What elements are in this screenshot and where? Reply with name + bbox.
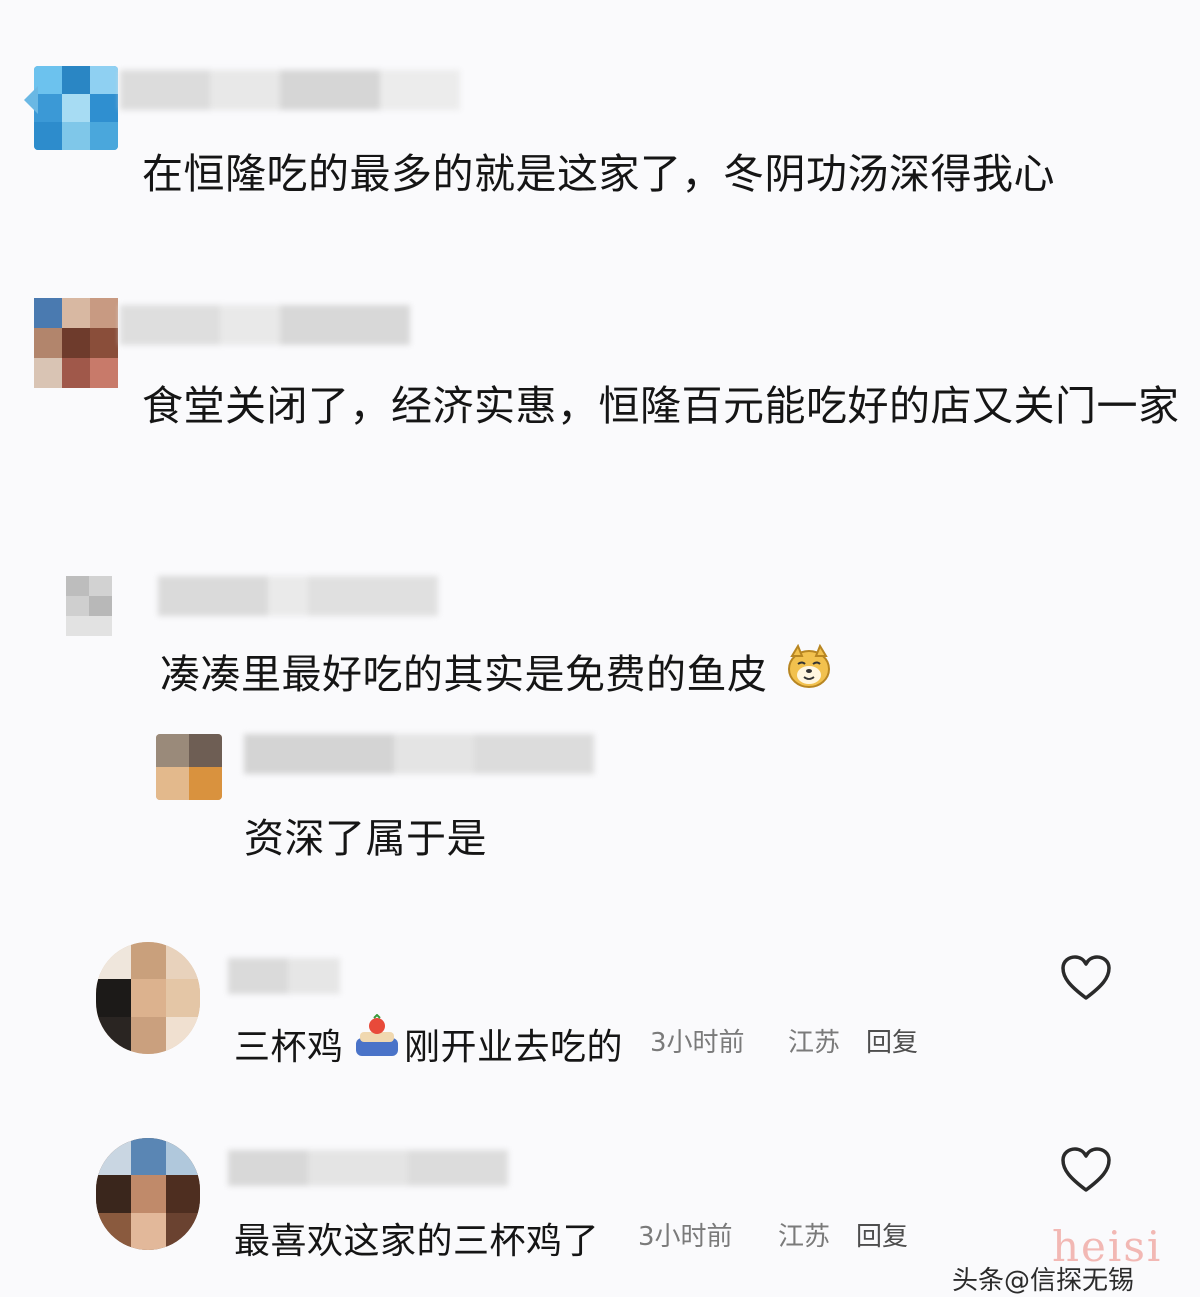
location-label: 江苏 [788, 1028, 841, 1058]
heart-icon[interactable] [1060, 1146, 1112, 1194]
username-blurred[interactable] [120, 70, 460, 110]
username-blurred[interactable] [228, 958, 340, 994]
username-blurred[interactable] [244, 734, 594, 774]
comment-text: 三杯鸡 [234, 1027, 344, 1068]
avatar[interactable] [34, 66, 118, 150]
avatar[interactable] [96, 1138, 200, 1250]
reply-button[interactable]: 回复 [866, 1022, 918, 1059]
username-blurred[interactable] [158, 576, 438, 616]
reply-text: 资深了属于是 [244, 816, 487, 862]
avatar[interactable] [66, 576, 112, 636]
comment-text: 刚开业去吃的 [404, 1027, 624, 1068]
avatar[interactable] [34, 298, 118, 388]
comment-text: 最喜欢这家的三杯鸡了 [234, 1221, 600, 1262]
heart-icon[interactable] [1060, 954, 1112, 1002]
doge-emoji [788, 644, 830, 688]
avatar-arrow-icon [24, 86, 38, 114]
timestamp: 3小时前 [650, 1028, 745, 1058]
username-blurred[interactable] [228, 1150, 508, 1186]
reply-button[interactable]: 回复 [856, 1216, 908, 1253]
cake-emoji [356, 1014, 398, 1056]
timestamp: 3小时前 [638, 1222, 733, 1252]
avatar[interactable] [96, 942, 200, 1054]
location-label: 江苏 [778, 1222, 831, 1252]
avatar[interactable] [156, 734, 222, 800]
comment-text: 食堂关闭了，经济实惠，恒隆百元能吃好的店又关门一家 [142, 382, 1180, 430]
comment-text: 在恒隆吃的最多的就是这家了，冬阴功汤深得我心 [142, 150, 1055, 198]
comment-text: 凑凑里最好吃的其实是免费的鱼皮 [160, 652, 768, 698]
overlay-watermark: heisi [1052, 1222, 1163, 1271]
username-blurred[interactable] [120, 305, 410, 345]
